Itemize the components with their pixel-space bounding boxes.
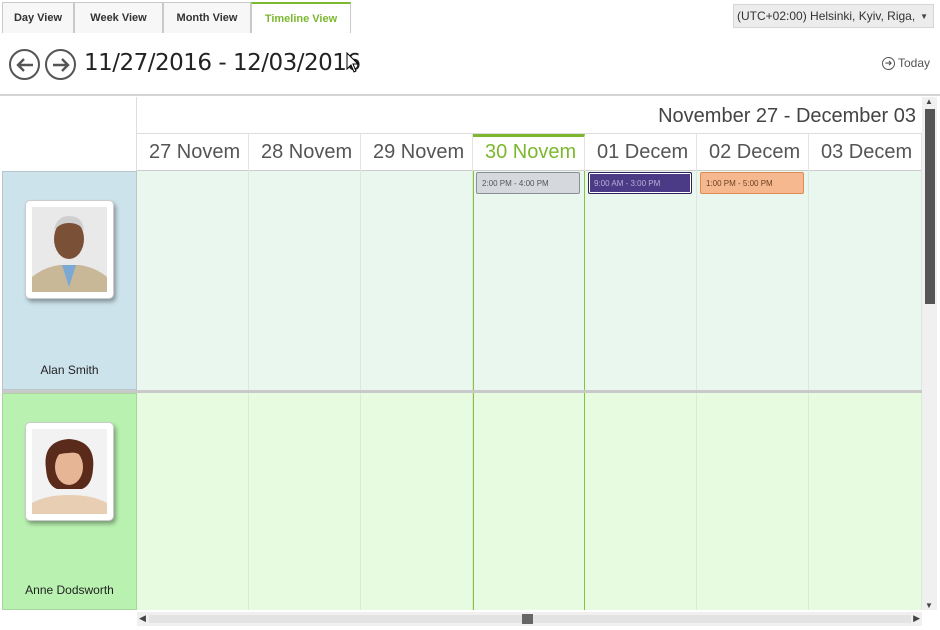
- scroll-right-icon[interactable]: ▶: [913, 613, 920, 624]
- day-header[interactable]: 28 Novem: [249, 134, 361, 171]
- scrollbar-thumb[interactable]: [522, 614, 533, 624]
- timeslot-cell[interactable]: [697, 171, 809, 390]
- timeslot-cell[interactable]: [137, 393, 249, 610]
- scroll-down-icon[interactable]: ▼: [925, 601, 933, 610]
- timezone-select[interactable]: (UTC+02:00) Helsinki, Kyiv, Riga, ▼: [733, 4, 934, 28]
- timeslot-cell[interactable]: [361, 393, 473, 610]
- arrow-right-icon: [52, 57, 70, 72]
- timeline-range-header: November 27 - December 03: [137, 97, 922, 134]
- today-button[interactable]: ➜ Today: [881, 56, 930, 70]
- timeslot-cell-today[interactable]: [473, 171, 585, 390]
- resource-header: Alan Smith: [2, 171, 137, 390]
- resource-header: Anne Dodsworth: [2, 393, 137, 610]
- resource-name: Anne Dodsworth: [25, 583, 114, 597]
- tab-timeline-view[interactable]: Timeline View: [251, 2, 351, 33]
- scroll-left-icon[interactable]: ◀: [139, 613, 146, 624]
- tab-week-view[interactable]: Week View: [74, 2, 163, 33]
- view-tab-bar: Day View Week View Month View Timeline V…: [0, 0, 940, 34]
- day-headers: 27 Novem 28 Novem 29 Novem 30 Novem 01 D…: [137, 134, 922, 171]
- appointment[interactable]: 1:00 PM - 5:00 PM: [700, 172, 804, 194]
- timeline-scheduler: November 27 - December 03 27 Novem 28 No…: [2, 97, 922, 610]
- timeslot-cell[interactable]: [809, 393, 922, 610]
- horizontal-scrollbar[interactable]: ◀ ▶: [137, 612, 922, 626]
- tab-day-view[interactable]: Day View: [2, 2, 74, 33]
- day-header[interactable]: 29 Novem: [361, 134, 473, 171]
- timeslot-cell[interactable]: [249, 393, 361, 610]
- timeslot-cell[interactable]: [697, 393, 809, 610]
- today-label: Today: [897, 56, 930, 70]
- timeslot-cell[interactable]: [249, 171, 361, 390]
- avatar: [25, 422, 114, 521]
- arrow-right-circle-icon: ➜: [881, 56, 895, 70]
- day-header[interactable]: 01 Decem: [585, 134, 697, 171]
- resource-row-anne-dodsworth: Anne Dodsworth: [2, 393, 922, 610]
- chevron-down-icon: ▼: [920, 12, 928, 21]
- avatar: [25, 200, 114, 299]
- timeslot-cell[interactable]: [361, 171, 473, 390]
- vertical-scrollbar[interactable]: ▲ ▼: [922, 97, 937, 610]
- scrollbar-thumb[interactable]: [925, 109, 935, 304]
- timeslot-cell-today[interactable]: [473, 393, 585, 610]
- day-header-today[interactable]: 30 Novem: [473, 134, 585, 171]
- appointment[interactable]: 9:00 AM - 3:00 PM: [588, 172, 692, 194]
- date-range-label: 11/27/2016 - 12/03/2016: [84, 50, 361, 76]
- next-button[interactable]: [45, 49, 76, 80]
- timeslot-cell[interactable]: [585, 171, 697, 390]
- day-header[interactable]: 27 Novem: [137, 134, 249, 171]
- tab-month-view[interactable]: Month View: [163, 2, 251, 33]
- mouse-pointer-icon: [346, 51, 360, 79]
- timeslot-cell[interactable]: [809, 171, 922, 390]
- resource-row-alan-smith: Alan Smith 2:00 PM - 4:00 PM 9:00 AM - 3…: [2, 171, 922, 390]
- previous-button[interactable]: [9, 49, 40, 80]
- scroll-up-icon[interactable]: ▲: [925, 97, 933, 106]
- resource-name: Alan Smith: [40, 363, 99, 377]
- day-header[interactable]: 03 Decem: [809, 134, 922, 171]
- day-header[interactable]: 02 Decem: [697, 134, 809, 171]
- appointment[interactable]: 2:00 PM - 4:00 PM: [476, 172, 580, 194]
- timezone-value: (UTC+02:00) Helsinki, Kyiv, Riga,: [737, 9, 916, 23]
- timeslot-cell[interactable]: [137, 171, 249, 390]
- navigation-bar: 11/27/2016 - 12/03/2016 ➜ Today: [0, 34, 940, 96]
- timeslot-cell[interactable]: [585, 393, 697, 610]
- header-corner: [2, 97, 137, 171]
- arrow-left-icon: [15, 57, 33, 72]
